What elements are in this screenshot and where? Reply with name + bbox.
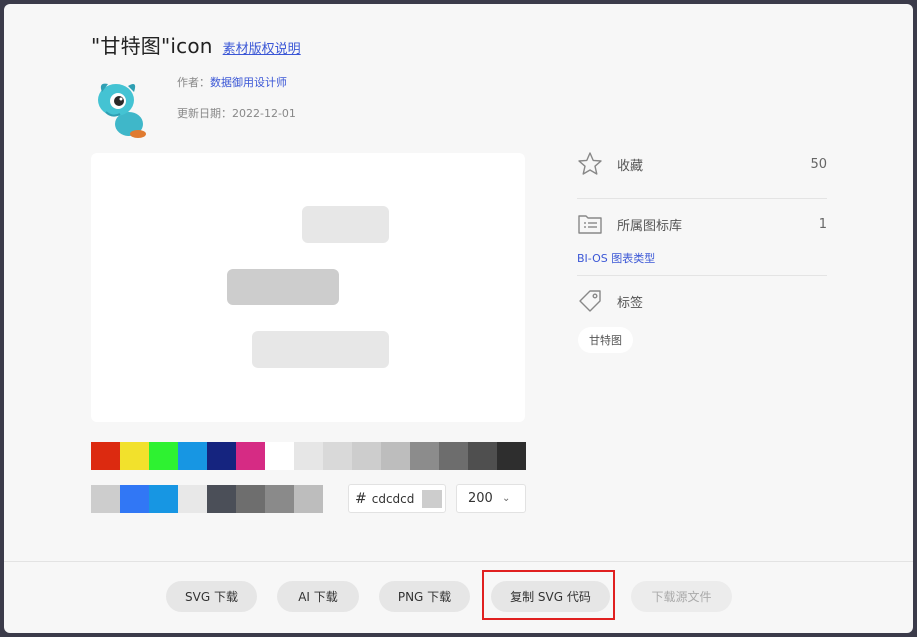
color-swatch[interactable] — [439, 442, 468, 470]
color-swatch[interactable] — [91, 442, 120, 470]
color-swatch[interactable] — [207, 442, 236, 470]
title-row: "甘特图"icon 素材版权说明 — [91, 30, 301, 59]
author-label: 作者： — [177, 76, 210, 89]
color-swatch[interactable] — [323, 442, 352, 470]
favorite-count: 50 — [810, 156, 827, 172]
date-label: 更新日期： — [177, 107, 232, 120]
color-swatch[interactable] — [91, 485, 120, 513]
color-swatch[interactable] — [294, 485, 323, 513]
color-swatch[interactable] — [265, 442, 294, 470]
footer-divider — [4, 561, 913, 562]
png-download-button[interactable]: PNG 下载 — [379, 581, 470, 612]
ai-download-button[interactable]: AI 下载 — [277, 581, 359, 612]
tags-label: 标签 — [617, 295, 644, 311]
page-title: "甘特图"icon — [91, 34, 213, 58]
library-label: 所属图标库 — [617, 218, 683, 234]
date-value: 2022-12-01 — [232, 107, 296, 120]
icon-preview — [91, 153, 525, 422]
divider — [577, 198, 827, 199]
color-swatch[interactable] — [178, 442, 207, 470]
library-link[interactable]: BI-OS 图表类型 — [577, 250, 655, 266]
author-name-link[interactable]: 数据御用设计师 — [210, 76, 287, 89]
author-line: 作者：数据御用设计师 — [177, 74, 287, 90]
tag-icon — [577, 288, 603, 314]
chevron-down-icon: ⌄ — [502, 493, 511, 504]
gantt-bar-2 — [227, 269, 339, 305]
color-swatch[interactable] — [265, 485, 294, 513]
author-avatar[interactable] — [94, 78, 152, 140]
download-source-button[interactable]: 下载源文件 — [631, 581, 732, 612]
tag-chip[interactable]: 甘特图 — [578, 327, 633, 353]
color-swatch[interactable] — [178, 485, 207, 513]
divider — [577, 275, 827, 276]
library-list-icon — [577, 211, 603, 237]
color-swatch[interactable] — [236, 442, 265, 470]
color-swatch[interactable] — [468, 442, 497, 470]
favorite-row[interactable]: 收藏 50 — [577, 149, 827, 179]
gantt-bar-1 — [302, 206, 389, 243]
color-swatch[interactable] — [410, 442, 439, 470]
color-swatch[interactable] — [149, 485, 178, 513]
hex-color-input[interactable]: # cdcdcd — [348, 484, 446, 513]
library-count: 1 — [818, 216, 827, 232]
color-swatch[interactable] — [497, 442, 526, 470]
color-palette-primary — [91, 442, 526, 470]
icon-detail-panel: "甘特图"icon 素材版权说明 作者：数据御用设计师 更新日期：2022-12… — [4, 4, 913, 633]
favorite-label: 收藏 — [617, 158, 644, 174]
color-swatch[interactable] — [207, 485, 236, 513]
highlight-box — [482, 570, 615, 620]
color-swatch[interactable] — [236, 485, 265, 513]
copyright-link[interactable]: 素材版权说明 — [223, 38, 301, 57]
color-swatch[interactable] — [294, 442, 323, 470]
library-row: 所属图标库 1 — [577, 209, 827, 239]
hash-icon: # — [355, 490, 367, 507]
color-swatch[interactable] — [352, 442, 381, 470]
size-select[interactable]: 200 ⌄ — [456, 484, 526, 513]
color-swatch[interactable] — [381, 442, 410, 470]
tags-row: 标签 — [577, 286, 827, 316]
date-line: 更新日期：2022-12-01 — [177, 105, 296, 121]
color-preview-swatch — [421, 489, 442, 508]
gantt-bar-3 — [252, 331, 389, 368]
hex-color-value[interactable]: cdcdcd — [372, 492, 418, 506]
color-swatch[interactable] — [120, 442, 149, 470]
star-icon[interactable] — [577, 151, 603, 177]
color-swatch[interactable] — [149, 442, 178, 470]
color-palette-secondary — [91, 485, 323, 513]
color-swatch[interactable] — [120, 485, 149, 513]
size-value: 200 — [468, 491, 493, 506]
svg-download-button[interactable]: SVG 下载 — [166, 581, 257, 612]
